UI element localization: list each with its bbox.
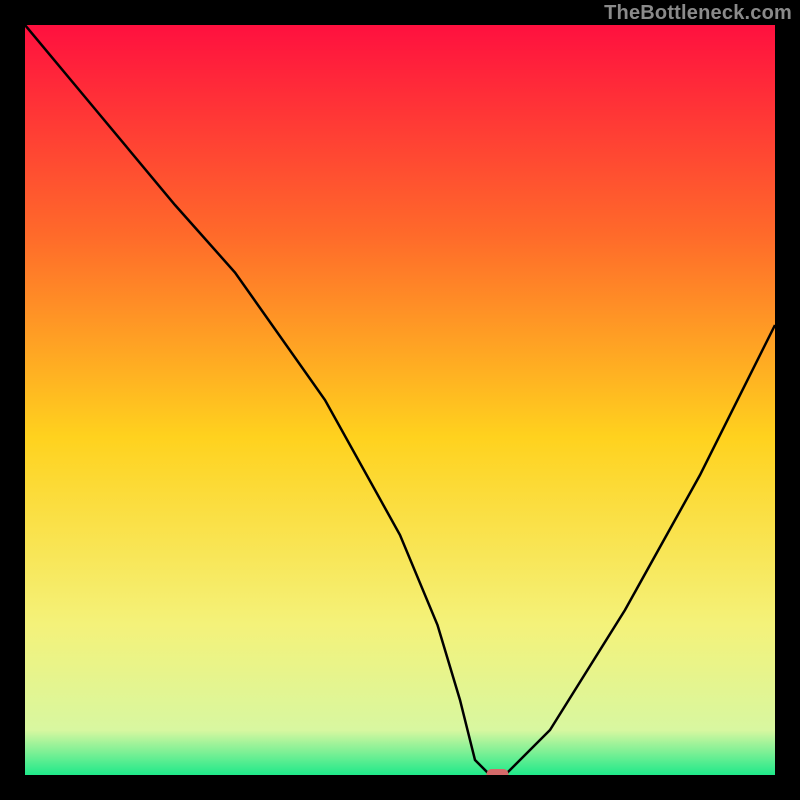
- watermark-text: TheBottleneck.com: [604, 2, 792, 25]
- chart-frame: TheBottleneck.com: [0, 0, 800, 800]
- bottleneck-chart: [25, 25, 775, 775]
- optimal-point-marker: [487, 769, 509, 775]
- gradient-background: [25, 25, 775, 775]
- plot-area: [25, 25, 775, 775]
